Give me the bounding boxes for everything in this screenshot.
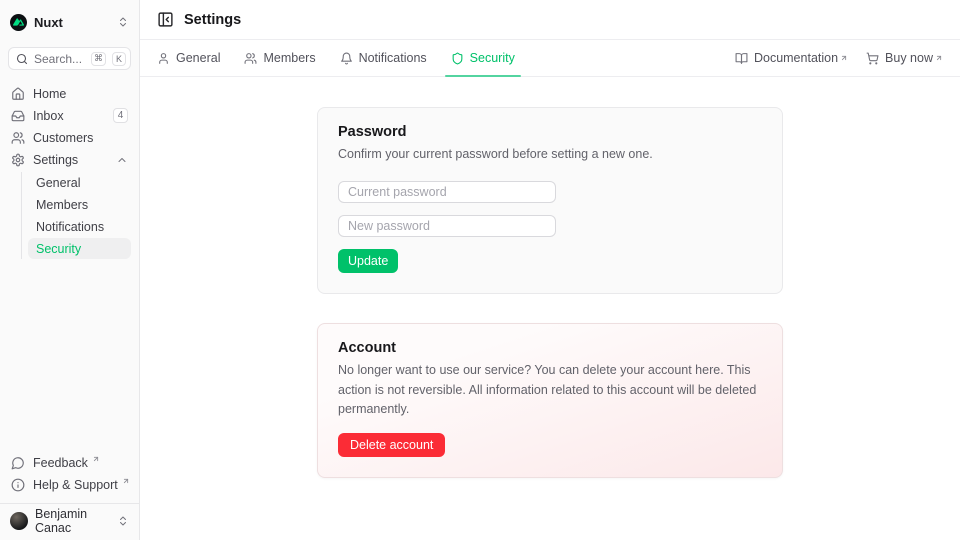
workspace-name: Nuxt <box>34 15 110 30</box>
tab-members[interactable]: Members <box>244 40 315 76</box>
sidebar-item-label: Inbox <box>33 109 105 123</box>
panel-left-close-icon[interactable] <box>157 11 174 28</box>
app-window: Nuxt Search... ⌘ K Home <box>0 0 960 540</box>
users-icon <box>244 52 257 65</box>
sidebar: Nuxt Search... ⌘ K Home <box>0 0 140 540</box>
user-menu[interactable]: Benjamin Canac <box>8 508 131 534</box>
cart-icon <box>866 52 879 65</box>
settings-security-content: Password Confirm your current password b… <box>140 77 960 540</box>
current-password-field[interactable] <box>338 181 556 203</box>
sidebar-subitem-security[interactable]: Security <box>28 238 131 259</box>
sidebar-item-settings[interactable]: Settings <box>8 149 131 170</box>
external-link-icon <box>935 54 943 62</box>
search-icon <box>16 53 28 65</box>
sidebar-subitem-label: Security <box>36 242 81 256</box>
password-card-description: Confirm your current password before set… <box>338 145 762 165</box>
user-icon <box>157 52 170 65</box>
external-link-icon <box>122 477 130 485</box>
inbox-icon <box>11 109 25 123</box>
account-card: Account No longer want to use our servic… <box>317 323 783 478</box>
workspace-switcher[interactable]: Nuxt <box>8 10 131 34</box>
tab-security[interactable]: Security <box>451 40 515 76</box>
sidebar-subitem-general[interactable]: General <box>28 172 131 193</box>
search-input[interactable]: Search... ⌘ K <box>8 47 131 70</box>
tab-label: Security <box>470 51 515 65</box>
update-button[interactable]: Update <box>338 249 398 273</box>
chevron-up-icon <box>116 154 128 166</box>
main-panel: Settings General Members Notifications <box>140 0 960 540</box>
delete-account-button[interactable]: Delete account <box>338 433 445 457</box>
header-link-label: Buy now <box>885 51 933 65</box>
sidebar-item-label: Customers <box>33 131 128 145</box>
inbox-count-badge: 4 <box>113 108 128 123</box>
tab-label: Members <box>263 51 315 65</box>
avatar <box>10 512 28 530</box>
sidebar-subitem-label: General <box>36 176 80 190</box>
gear-icon <box>11 153 25 167</box>
nuxt-logo-icon <box>10 14 27 31</box>
search-placeholder: Search... <box>34 52 85 66</box>
home-icon <box>11 87 25 101</box>
documentation-link[interactable]: Documentation <box>735 51 848 65</box>
tabs-bar: General Members Notifications Security <box>140 40 960 77</box>
bell-icon <box>340 52 353 65</box>
help-support-link[interactable]: Help & Support <box>8 474 131 495</box>
sidebar-item-home[interactable]: Home <box>8 83 131 104</box>
chat-bubble-icon <box>11 456 25 470</box>
tab-label: General <box>176 51 220 65</box>
external-link-icon <box>840 54 848 62</box>
footer-link-label: Help & Support <box>33 478 118 492</box>
sidebar-item-label: Home <box>33 87 128 101</box>
header-links: Documentation Buy now <box>735 51 943 65</box>
shield-icon <box>451 52 464 65</box>
kbd-meta: ⌘ <box>91 52 106 66</box>
sidebar-subitem-label: Members <box>36 198 88 212</box>
buy-now-link[interactable]: Buy now <box>866 51 943 65</box>
account-card-description: No longer want to use our service? You c… <box>338 361 762 420</box>
kbd-k: K <box>112 52 126 66</box>
sidebar-subitem-label: Notifications <box>36 220 104 234</box>
feedback-link[interactable]: Feedback <box>8 452 131 473</box>
page-title: Settings <box>184 12 241 28</box>
sidebar-menu: Home Inbox 4 Customers Settings <box>8 83 131 259</box>
sidebar-item-inbox[interactable]: Inbox 4 <box>8 105 131 126</box>
tab-label: Notifications <box>359 51 427 65</box>
tab-general[interactable]: General <box>157 40 220 76</box>
users-icon <box>11 131 25 145</box>
sidebar-spacer <box>8 259 131 452</box>
sidebar-divider <box>0 503 139 504</box>
new-password-field[interactable] <box>338 215 556 237</box>
user-name: Benjamin Canac <box>35 507 110 535</box>
password-card: Password Confirm your current password b… <box>317 107 783 294</box>
sidebar-subitem-notifications[interactable]: Notifications <box>28 216 131 237</box>
sidebar-subitem-members[interactable]: Members <box>28 194 131 215</box>
tab-notifications[interactable]: Notifications <box>340 40 427 76</box>
info-icon <box>11 478 25 492</box>
sidebar-item-customers[interactable]: Customers <box>8 127 131 148</box>
account-card-title: Account <box>338 340 762 356</box>
sidebar-footer-links: Feedback Help & Support <box>8 452 131 503</box>
header-link-label: Documentation <box>754 51 838 65</box>
footer-link-label: Feedback <box>33 456 88 470</box>
external-link-icon <box>92 455 100 463</box>
chevrons-up-down-icon <box>117 16 129 28</box>
book-icon <box>735 52 748 65</box>
settings-submenu: General Members Notifications Security <box>21 172 131 259</box>
chevrons-up-down-icon <box>117 515 129 527</box>
password-card-title: Password <box>338 124 762 140</box>
page-header: Settings <box>140 0 960 40</box>
sidebar-item-label: Settings <box>33 153 108 167</box>
